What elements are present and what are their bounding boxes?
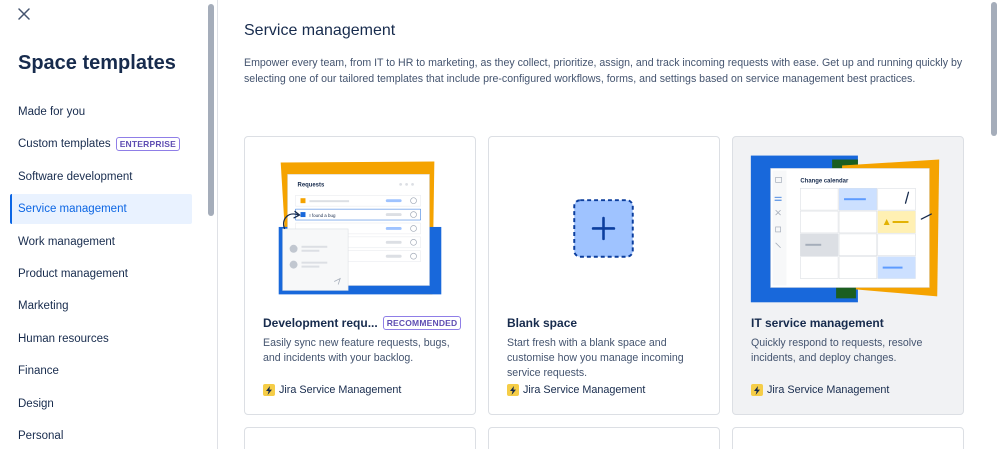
development-requests-illustration: Requests I found a bug bbox=[278, 161, 442, 295]
sidebar-item-label: Service management bbox=[18, 203, 127, 216]
template-card-it-service-management[interactable]: Change calendar IT service management Qu… bbox=[732, 136, 964, 415]
sidebar-item-finance[interactable]: Finance bbox=[10, 356, 192, 386]
card-title: IT service management bbox=[751, 316, 884, 330]
lightning-bolt-icon bbox=[507, 384, 519, 396]
sidebar-item-marketing[interactable]: Marketing bbox=[10, 291, 192, 321]
sidebar-item-label: Design bbox=[18, 397, 54, 410]
card-title-text: Development requ... bbox=[263, 316, 378, 330]
template-card-blank-space[interactable]: Blank space Start fresh with a blank spa… bbox=[488, 136, 720, 415]
card-title: Blank space bbox=[507, 316, 577, 330]
enterprise-badge: ENTERPRISE bbox=[115, 137, 181, 152]
sidebar-item-software-development[interactable]: Software development bbox=[10, 162, 192, 192]
template-category-nav: Made for you Custom templates ENTERPRISE … bbox=[10, 97, 192, 449]
it-service-management-illustration: Change calendar bbox=[750, 155, 940, 303]
sidebar-item-label: Made for you bbox=[18, 106, 86, 118]
illustration-heading: Change calendar bbox=[800, 178, 849, 184]
template-card[interactable] bbox=[244, 427, 476, 449]
sidebar-item-label: Personal bbox=[18, 429, 64, 442]
main-scrollbar-thumb[interactable] bbox=[991, 2, 997, 136]
illustration-row-label: I found a bug bbox=[309, 213, 336, 218]
sidebar-item-custom-templates[interactable]: Custom templates ENTERPRISE bbox=[10, 129, 192, 159]
sidebar-item-work-management[interactable]: Work management bbox=[10, 227, 192, 257]
card-product-label: Jira Service Management bbox=[279, 384, 402, 396]
sidebar-scrollbar[interactable] bbox=[206, 0, 216, 449]
sidebar-item-product-management[interactable]: Product management bbox=[10, 259, 192, 289]
sidebar-item-label: Work management bbox=[18, 235, 115, 248]
blank-space-illustration bbox=[573, 199, 634, 258]
close-button[interactable] bbox=[14, 4, 34, 24]
sidebar-item-label: Marketing bbox=[18, 300, 69, 313]
lightning-bolt-icon bbox=[263, 384, 275, 396]
sidebar-item-label: Custom templates bbox=[18, 138, 111, 151]
sidebar-item-service-management[interactable]: Service management bbox=[10, 194, 192, 225]
template-card-development-requests[interactable]: Requests I found a bug Development requ.… bbox=[244, 136, 476, 415]
sidebar-item-label: Finance bbox=[18, 365, 59, 378]
card-description: Easily sync new feature requests, bugs, … bbox=[263, 337, 450, 364]
page-description: Empower every team, from IT to HR to mar… bbox=[244, 57, 963, 85]
sidebar-item-label: Software development bbox=[18, 170, 133, 183]
card-product-label: Jira Service Management bbox=[523, 384, 646, 396]
lightning-bolt-icon bbox=[751, 384, 763, 396]
card-product: Jira Service Management bbox=[263, 384, 401, 396]
close-icon bbox=[18, 8, 30, 20]
recommended-badge: RECOMMENDED bbox=[382, 316, 462, 330]
card-title-text: Blank space bbox=[507, 316, 578, 330]
card-description: Quickly respond to requests, resolve inc… bbox=[751, 337, 923, 364]
template-card[interactable] bbox=[488, 427, 720, 449]
card-product-label: Jira Service Management bbox=[767, 384, 890, 396]
template-card[interactable] bbox=[732, 427, 964, 449]
main-scrollbar[interactable] bbox=[989, 0, 999, 449]
sidebar-item-personal[interactable]: Personal bbox=[10, 421, 192, 449]
card-title-text: IT service management bbox=[751, 316, 884, 330]
sidebar-item-label: Product management bbox=[18, 267, 128, 280]
sidebar-item-made-for-you[interactable]: Made for you bbox=[10, 97, 192, 127]
card-product: Jira Service Management bbox=[751, 384, 889, 396]
sidebar-item-label: Human resources bbox=[18, 332, 109, 345]
sidebar: Space templates Made for you Custom temp… bbox=[0, 0, 218, 449]
sidebar-scrollbar-thumb[interactable] bbox=[208, 4, 214, 216]
sidebar-item-human-resources[interactable]: Human resources bbox=[10, 324, 192, 354]
page-title: Service management bbox=[244, 22, 396, 39]
sidebar-item-design[interactable]: Design bbox=[10, 389, 192, 419]
card-description: Start fresh with a blank space and custo… bbox=[507, 337, 684, 379]
main-content: Service management Empower every team, f… bbox=[219, 0, 989, 449]
card-product: Jira Service Management bbox=[507, 384, 645, 396]
card-title: Development requ... RECOMMENDED bbox=[263, 316, 462, 330]
sidebar-title: Space templates bbox=[18, 52, 176, 74]
illustration-heading: Requests bbox=[298, 182, 325, 188]
